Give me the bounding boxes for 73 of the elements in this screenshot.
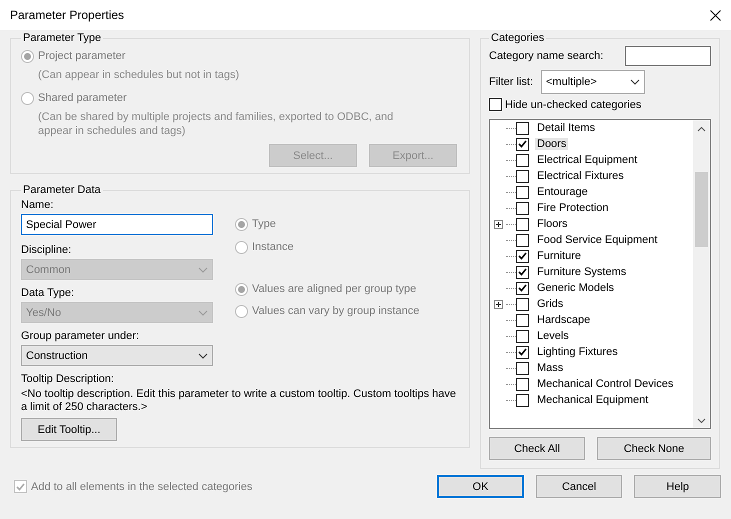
field-label: Data Type: (21, 287, 75, 299)
tree-item[interactable]: Doors (535, 138, 568, 150)
dialog-button[interactable]: OK (437, 475, 524, 498)
checkbox-label: Hide un-checked categories (505, 98, 642, 110)
checkbox-label: Add to all elements in the selected categories (31, 480, 252, 492)
tree-item[interactable]: Food Service Equipment (535, 234, 660, 246)
tree-item[interactable]: Grids (535, 298, 566, 310)
tree-item[interactable]: Electrical Equipment (535, 154, 640, 166)
option-description: (Can appear in schedules but not in tags) (37, 68, 240, 82)
dialog-button[interactable]: Cancel (536, 475, 622, 498)
tree-item[interactable]: Mass (535, 362, 566, 374)
checkbox[interactable] (516, 346, 529, 358)
checkbox[interactable] (516, 330, 529, 342)
tree-item[interactable]: Entourage (535, 186, 590, 198)
field-label: Name: (21, 199, 54, 211)
tree-item[interactable]: Mechanical Equipment (535, 394, 650, 406)
checkbox[interactable] (516, 394, 529, 406)
checkbox[interactable] (516, 170, 529, 182)
checkbox[interactable] (516, 266, 529, 278)
checkbox[interactable] (516, 234, 529, 246)
checkbox[interactable] (516, 362, 529, 374)
tree-item[interactable]: Furniture (535, 250, 584, 262)
checkbox[interactable] (516, 298, 529, 310)
check-button[interactable]: Check All (489, 437, 585, 460)
check-button[interactable]: Check None (597, 437, 711, 460)
group-title: Parameter Data (22, 184, 102, 196)
checkbox[interactable] (516, 122, 529, 134)
tree-item[interactable]: Hardscape (535, 314, 592, 326)
expand-icon[interactable] (494, 220, 503, 228)
checkbox[interactable] (516, 202, 529, 214)
expand-icon[interactable] (494, 300, 503, 308)
option-description: (Can be shared by multiple projects and families, exported to ODBC, and appear in schedules and tags) (37, 110, 394, 138)
search-field[interactable] (625, 46, 711, 66)
chevron-down-icon (198, 266, 208, 272)
tree-item[interactable]: Generic Models (535, 282, 616, 294)
dialog-button[interactable]: Help (634, 475, 721, 498)
checkbox[interactable] (516, 314, 529, 326)
tree-item[interactable]: Lighting Fixtures (535, 346, 620, 358)
chevron-down-icon (198, 310, 208, 316)
checkbox[interactable] (516, 218, 529, 230)
tree-item[interactable]: Furniture Systems (535, 266, 628, 278)
field-label: Tooltip Description: (21, 373, 115, 385)
field-label: Filter list: (489, 76, 533, 88)
tree-item[interactable]: Floors (535, 218, 570, 230)
scroll-down-icon[interactable] (697, 418, 706, 424)
tree-item[interactable]: Fire Protection (535, 202, 611, 214)
dropdown[interactable]: Construction (21, 345, 213, 366)
tree-item[interactable]: Mechanical Control Devices (535, 378, 676, 390)
chevron-down-icon (198, 352, 208, 358)
tree-item[interactable]: Detail Items (535, 122, 598, 134)
tooltip-description: <No tooltip description. Edit this parameter to write a custom tooltip. Custom tooltips have a limit of 250 characters.> (21, 388, 457, 414)
checkbox[interactable] (516, 154, 529, 166)
tree-item[interactable]: Levels (535, 330, 571, 342)
close-icon[interactable] (710, 10, 721, 20)
window-title: Parameter Properties (10, 8, 124, 22)
checkbox[interactable] (516, 378, 529, 390)
filter-dropdown[interactable]: <multiple> (541, 70, 645, 94)
scrollbar-thumb[interactable] (695, 172, 708, 247)
checkbox[interactable] (489, 98, 502, 111)
tree-item[interactable]: Electrical Fixtures (535, 170, 626, 182)
field-label: Group parameter under: (21, 330, 140, 342)
name-input[interactable]: Special Power (21, 214, 213, 235)
checkbox[interactable] (516, 250, 529, 262)
group-title: Parameter Type (22, 32, 102, 44)
scroll-up-icon[interactable] (697, 126, 706, 132)
field-label: Discipline: (21, 244, 72, 256)
group-title: Categories (490, 32, 546, 44)
edit-tooltip-button[interactable]: Edit Tooltip... (21, 418, 117, 441)
checkbox[interactable] (516, 138, 529, 150)
checkbox[interactable] (516, 282, 529, 294)
chevron-down-icon (630, 79, 640, 85)
field-label: Category name search: (489, 50, 604, 62)
checkbox[interactable] (516, 186, 529, 198)
